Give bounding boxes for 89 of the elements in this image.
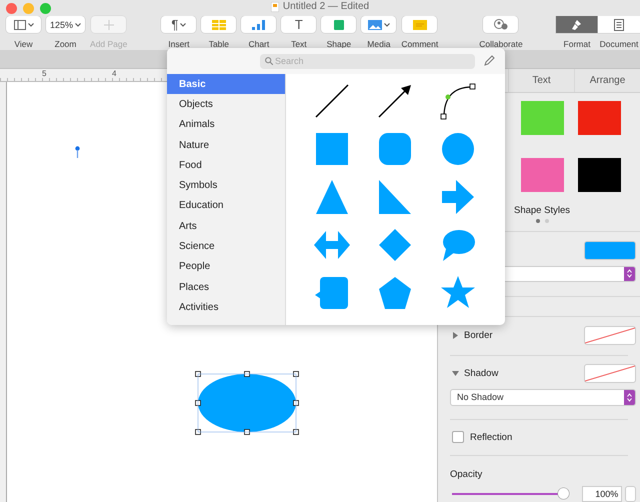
zoom-button[interactable] [40,2,51,14]
minimize-button[interactable] [23,2,34,14]
toolbar-label: Media [367,39,390,49]
category-item[interactable]: Activities [167,297,285,318]
bar-chart-icon [252,20,266,30]
page-dot[interactable] [545,218,549,223]
ruler-number: 5 [42,69,48,78]
toolbar-label: Document [600,39,638,49]
ruler-number: 4 [112,69,118,78]
ellipse-shape[interactable] [195,371,299,435]
category-item[interactable]: Objects [167,94,285,115]
search-icon [265,57,273,65]
toolbar-label: Chart [248,39,270,49]
toolbar-label: Shape [326,39,352,49]
stepper-icon [627,393,632,402]
style-swatch[interactable] [578,100,621,135]
inspector-tab[interactable]: Text [508,69,574,92]
table-icon [212,20,226,30]
document-icon [270,2,279,12]
collaborate-button[interactable] [483,16,518,33]
border-label: Border [464,330,493,342]
reflection-checkbox[interactable] [452,431,464,444]
window-title: Untitled 2 — Edited [282,1,370,12]
category-item[interactable]: Arts [167,216,285,236]
stepper-icon [627,269,632,278]
zoom-value: 125% [50,20,74,30]
category-item[interactable]: People [167,256,285,277]
paintbrush-icon [571,18,583,30]
toolbar-label: Collaborate [479,39,523,49]
text-button[interactable]: T [281,16,316,33]
person-add-icon [494,19,508,30]
reflection-label: Reflection [470,432,512,443]
disclosure-open-icon[interactable] [452,370,459,377]
fill-color-well[interactable] [584,241,636,260]
category-item[interactable]: Places [167,276,285,298]
toolbar-label: View [14,39,33,49]
zoom-button[interactable]: 125% [46,16,86,33]
stepper[interactable] [625,486,636,502]
style-swatch[interactable] [521,100,564,135]
comment-button[interactable] [402,16,438,33]
document-button[interactable] [598,16,640,33]
styles-label: Shape Styles [514,204,571,216]
style-swatch[interactable] [578,158,621,192]
format-button[interactable] [556,16,598,33]
opacity-label: Opacity [450,468,482,480]
toolbar-label: Table [208,39,230,49]
pencil-icon[interactable] [484,55,495,66]
inspector-tab[interactable]: Arrange [574,69,640,92]
chart-button[interactable] [241,16,276,33]
toolbar-label: Add Page [90,39,128,49]
no-color-icon [585,327,635,344]
toolbar-label: Text [291,39,307,49]
insert-button[interactable]: ¶ [161,16,196,33]
toolbar-label: Comment [401,39,438,49]
search-field[interactable]: Search [260,54,475,68]
category-item[interactable]: Science [167,236,285,257]
glyph-icon: T [294,18,303,31]
category-item[interactable]: Basic [167,74,285,94]
comment-icon [412,20,427,30]
sidebar-icon [14,20,26,30]
opacity-field[interactable]: 100% [582,486,622,502]
page-dot[interactable] [536,218,540,223]
disclosure-closed-icon[interactable] [452,332,459,340]
toolbar-label: Format [564,39,590,49]
category-item[interactable]: Symbols [167,175,285,196]
category-item[interactable]: Food [167,155,285,176]
glyph-icon: ¶ [171,18,178,31]
table-button[interactable] [201,16,236,33]
shape-button[interactable] [321,16,356,33]
view-button[interactable] [6,16,41,33]
toolbar-label: Zoom [54,39,76,49]
no-color-icon [585,364,635,382]
color-well[interactable] [584,326,636,346]
category-item[interactable]: Education [167,196,285,216]
square-icon [334,20,344,30]
close-button[interactable] [6,2,17,14]
color-well[interactable] [584,364,636,383]
category-item[interactable]: Animals [167,114,285,135]
image-icon [368,20,382,30]
shadow-dropdown[interactable]: No Shadow [450,389,636,406]
toolbar-label: Insert [168,39,190,49]
media-button[interactable] [361,16,396,33]
style-swatch[interactable] [521,158,564,192]
curve-shape[interactable] [438,81,478,121]
pin-icon [75,146,80,158]
category-item[interactable]: Nature [167,134,285,156]
shadow-label: Shadow [464,368,498,379]
document-icon [614,18,624,30]
plus-icon [104,20,114,30]
